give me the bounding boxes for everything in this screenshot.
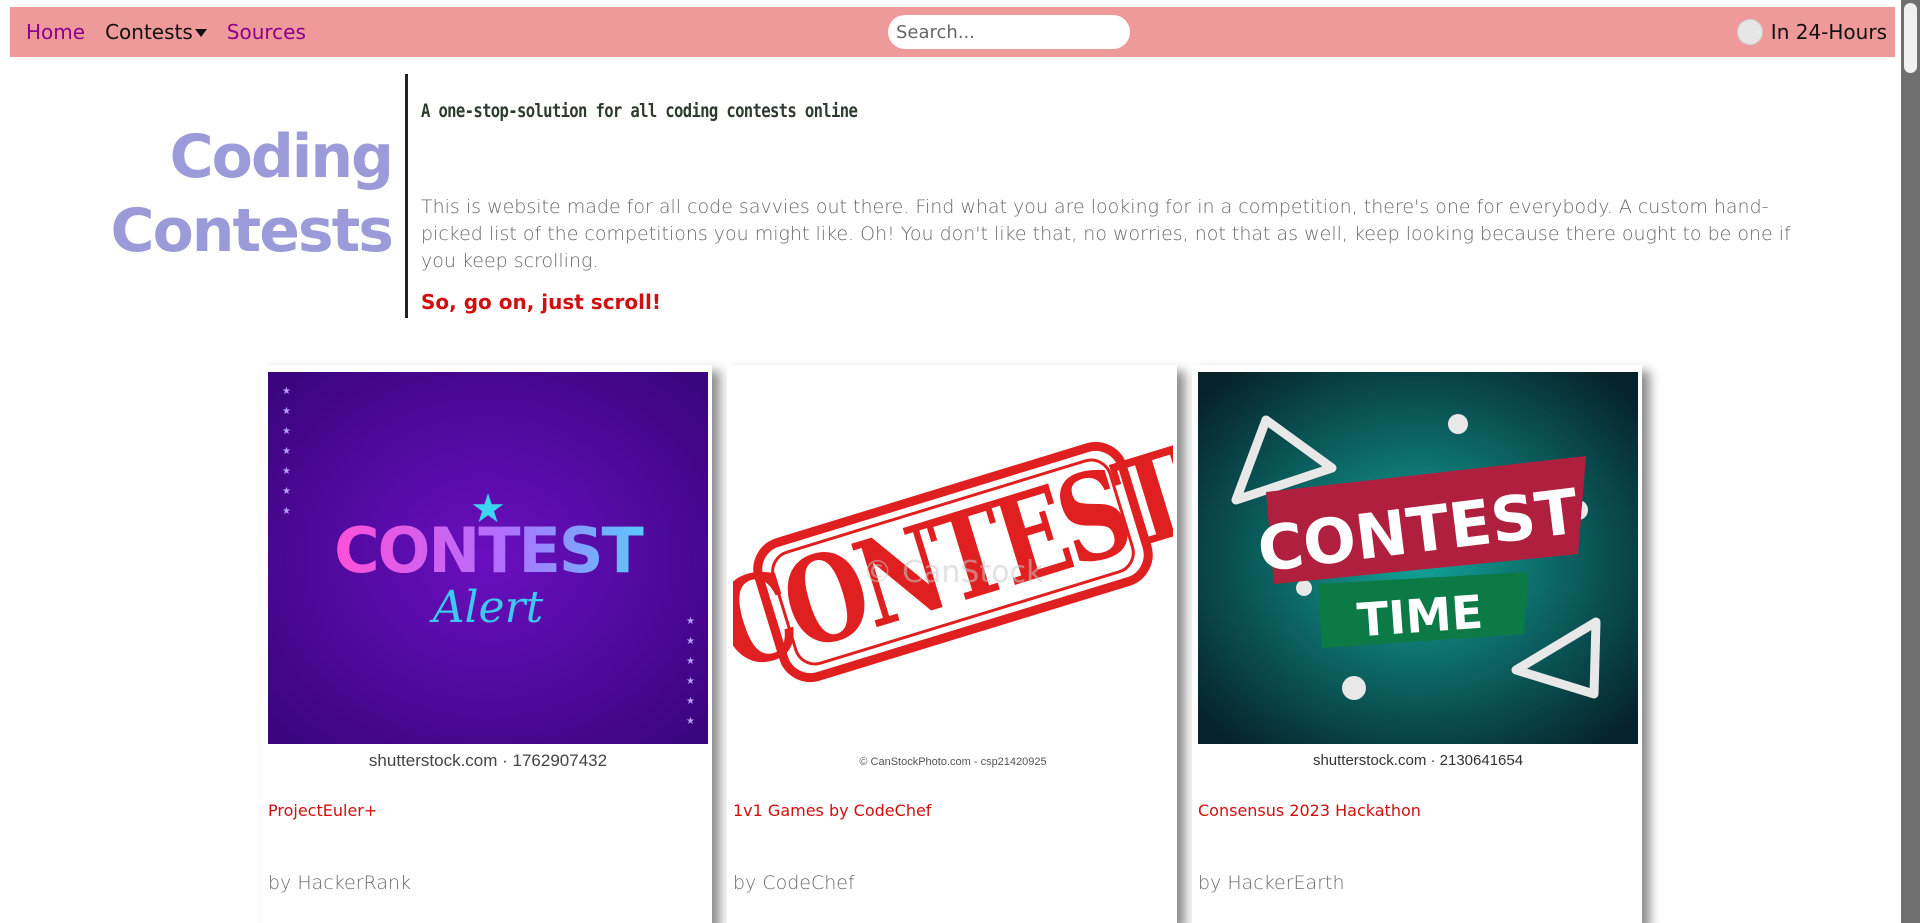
svg-text:★: ★ bbox=[686, 616, 695, 627]
contest-card-title[interactable]: Consensus 2023 Hackathon bbox=[1198, 801, 1421, 820]
contest-card[interactable]: CONTEST © CanStock © CanStockPhoto.com -… bbox=[727, 365, 1177, 923]
scrollbar-thumb[interactable] bbox=[1904, 3, 1917, 73]
svg-text:★: ★ bbox=[282, 386, 291, 397]
toggle-switch-icon[interactable] bbox=[1736, 19, 1763, 45]
intro-description: This is website made for all code savvie… bbox=[421, 196, 1791, 272]
search-input[interactable] bbox=[888, 15, 1130, 49]
toggle-label: In 24-Hours bbox=[1770, 20, 1887, 44]
svg-text:★: ★ bbox=[686, 656, 695, 667]
svg-text:★: ★ bbox=[282, 406, 291, 417]
svg-text:© CanStock: © CanStock bbox=[863, 555, 1045, 590]
svg-text:★: ★ bbox=[686, 676, 695, 687]
svg-text:★: ★ bbox=[282, 506, 291, 517]
tagline: A one-stop-solution for all coding conte… bbox=[421, 100, 858, 122]
svg-text:★: ★ bbox=[282, 486, 291, 497]
contest-time-graphic: CONTEST TIME shutterstock.com · 21306416… bbox=[1198, 372, 1638, 772]
page-scrollbar[interactable] bbox=[1901, 0, 1920, 923]
svg-text:★: ★ bbox=[282, 446, 291, 457]
contest-card-image[interactable]: CONTEST TIME shutterstock.com · 21306416… bbox=[1198, 372, 1638, 772]
contest-card-title[interactable]: ProjectEuler+ bbox=[268, 801, 377, 820]
contest-card[interactable]: CONTEST TIME shutterstock.com · 21306416… bbox=[1192, 365, 1642, 923]
svg-text:CONTEST: CONTEST bbox=[334, 514, 643, 587]
nav-home-link[interactable]: Home bbox=[16, 20, 95, 44]
svg-text:shutterstock.com · 1762907432: shutterstock.com · 1762907432 bbox=[369, 751, 607, 770]
contest-card-title[interactable]: 1v1 Games by CodeChef bbox=[733, 801, 931, 820]
nav-sources-link[interactable]: Sources bbox=[217, 20, 316, 44]
contest-stamp-graphic: CONTEST © CanStock © CanStockPhoto.com -… bbox=[733, 372, 1173, 772]
scroll-call-to-action: So, go on, just scroll! bbox=[421, 290, 661, 314]
nav-contests-dropdown[interactable]: Contests bbox=[95, 20, 217, 44]
hero-divider bbox=[405, 74, 408, 318]
page-title-line2: Contests bbox=[110, 196, 394, 266]
contest-card-organizer: by CodeChef bbox=[733, 872, 855, 894]
time-filter-toggle[interactable]: In 24-Hours bbox=[1736, 7, 1887, 57]
svg-text:★: ★ bbox=[686, 636, 695, 647]
contest-alert-graphic: ★★★ ★★★★ ★★★ ★★★ ★ CONTEST Alert shutter… bbox=[268, 372, 708, 772]
caret-down-icon bbox=[194, 29, 207, 37]
top-navbar: Home Contests Sources In 24-Hours bbox=[10, 7, 1895, 57]
svg-text:shutterstock.com · 2130641654: shutterstock.com · 2130641654 bbox=[1313, 752, 1523, 769]
svg-text:TIME: TIME bbox=[1355, 585, 1484, 648]
contest-card-image[interactable]: ★ ★ ★ ★ ★ ★ ★ ★ ★ ★ ★ ★ ★ ★ CONTEST Alert shutter… bbox=[268, 372, 708, 772]
svg-text:★: ★ bbox=[686, 716, 695, 727]
svg-text:★: ★ bbox=[282, 466, 291, 477]
contest-card-organizer: by HackerEarth bbox=[1198, 872, 1345, 894]
svg-text:★: ★ bbox=[282, 426, 291, 437]
page-title: Coding Contests bbox=[100, 120, 394, 268]
svg-text:★: ★ bbox=[686, 696, 695, 707]
contest-card-organizer: by HackerRank bbox=[268, 872, 412, 894]
contest-cards: ★ ★ ★ ★ ★ ★ ★ ★ ★ ★ ★ ★ ★ ★ CONTEST Alert shutter… bbox=[262, 365, 1654, 923]
nav-contests-label: Contests bbox=[105, 20, 193, 44]
contest-card[interactable]: ★ ★ ★ ★ ★ ★ ★ ★ ★ ★ ★ ★ ★ ★ CONTEST Alert shutter… bbox=[262, 365, 712, 923]
svg-text:Alert: Alert bbox=[429, 582, 544, 633]
svg-text:© CanStockPhoto.com - csp21420: © CanStockPhoto.com - csp21420925 bbox=[859, 756, 1046, 768]
page-title-line1: Coding bbox=[169, 122, 394, 192]
contest-card-image[interactable]: CONTEST © CanStock © CanStockPhoto.com -… bbox=[733, 372, 1173, 772]
